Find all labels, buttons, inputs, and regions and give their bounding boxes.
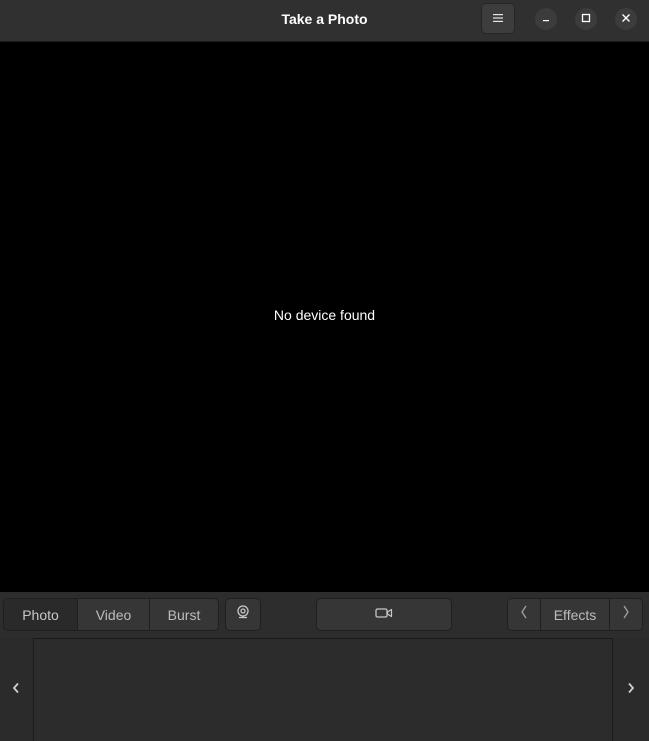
effects-button[interactable]: Effects — [541, 599, 609, 630]
effects-switcher: Effects — [507, 598, 643, 631]
thumbnail-area[interactable] — [33, 638, 613, 741]
effects-prev-button[interactable] — [508, 599, 541, 630]
burst-mode-button[interactable]: Burst — [150, 599, 218, 630]
video-camera-icon — [375, 606, 393, 624]
thumbnail-strip — [0, 638, 649, 741]
chevron-left-icon — [520, 605, 528, 624]
camera-viewfinder: No device found — [0, 42, 649, 592]
minimize-button[interactable] — [535, 8, 557, 30]
webcam-toggle-button[interactable] — [225, 598, 261, 631]
mode-switcher: Photo Video Burst — [3, 598, 219, 631]
maximize-icon — [581, 10, 591, 28]
photo-mode-button[interactable]: Photo — [4, 599, 78, 630]
no-device-message: No device found — [273, 307, 376, 323]
webcam-icon — [235, 604, 251, 625]
chevron-right-icon — [626, 681, 636, 699]
chevron-left-icon — [11, 681, 21, 699]
hamburger-menu-icon — [492, 10, 504, 28]
chevron-right-icon — [622, 605, 630, 624]
effects-next-button[interactable] — [609, 599, 642, 630]
thumbnails-next-button[interactable] — [615, 638, 647, 741]
thumbnails-prev-button[interactable] — [0, 638, 32, 741]
video-mode-button[interactable]: Video — [78, 599, 150, 630]
close-button[interactable] — [615, 8, 637, 30]
main-menu-button[interactable] — [481, 3, 515, 34]
cheese-window: Take a Photo No device found Photo Video… — [0, 0, 649, 741]
close-icon — [621, 10, 631, 28]
maximize-button[interactable] — [575, 8, 597, 30]
header-bar: Take a Photo — [0, 0, 649, 42]
minimize-icon — [541, 10, 551, 28]
bottom-toolbar: Photo Video Burst Effects — [0, 592, 649, 638]
record-button[interactable] — [316, 598, 452, 631]
